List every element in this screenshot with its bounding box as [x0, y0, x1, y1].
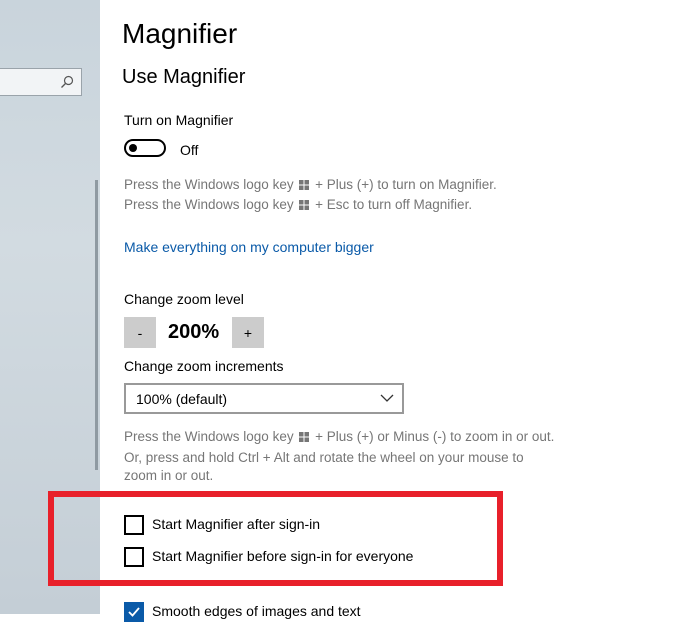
- sidebar-scrollbar[interactable]: [95, 180, 98, 470]
- hint-text: + Plus (+) or Minus (-) to zoom in or ou…: [315, 429, 555, 444]
- smooth-edges-label[interactable]: Smooth edges of images and text: [152, 603, 361, 619]
- shortcut-hint-line1: Press the Windows logo key + Plus (+) to…: [124, 175, 497, 195]
- windows-logo-icon: [299, 200, 310, 210]
- zoom-in-label: +: [243, 324, 253, 341]
- zoom-hint-line3: zoom in or out.: [124, 468, 214, 483]
- zoom-in-button[interactable]: +: [232, 317, 264, 348]
- magnifier-toggle[interactable]: [124, 139, 166, 157]
- hint-text: + Plus (+) to turn on Magnifier.: [315, 177, 497, 192]
- checkmark-icon: [128, 607, 140, 617]
- zoom-out-button[interactable]: -: [124, 317, 156, 348]
- zoom-hint-line2: Or, press and hold Ctrl + Alt and rotate…: [124, 450, 524, 465]
- zoom-level-label: Change zoom level: [124, 291, 244, 307]
- turn-on-magnifier-label: Turn on Magnifier: [124, 112, 234, 128]
- hint-text: + Esc to turn off Magnifier.: [315, 197, 473, 212]
- hint-text: Press the Windows logo key: [124, 177, 294, 192]
- smooth-edges-checkbox[interactable]: [124, 602, 144, 622]
- windows-logo-icon: [299, 180, 310, 190]
- search-input[interactable]: [0, 68, 82, 96]
- hint-text: Press the Windows logo key: [124, 197, 294, 212]
- search-icon: [61, 75, 74, 88]
- toggle-state-label: Off: [180, 142, 199, 158]
- make-everything-bigger-link[interactable]: Make everything on my computer bigger: [124, 239, 374, 255]
- chevron-down-icon: [380, 394, 394, 402]
- page-title: Magnifier: [122, 18, 238, 49]
- zoom-value: 200%: [168, 321, 220, 343]
- section-title: Use Magnifier: [122, 66, 246, 88]
- select-value: 100% (default): [136, 391, 228, 407]
- windows-logo-icon: [299, 432, 310, 442]
- highlight-annotation-box: [48, 491, 503, 586]
- shortcut-hint-line2: Press the Windows logo key + Esc to turn…: [124, 195, 472, 215]
- zoom-increments-select[interactable]: 100% (default): [124, 383, 404, 414]
- zoom-hint-line1: Press the Windows logo key + Plus (+) or…: [124, 427, 554, 447]
- hint-text: Press the Windows logo key: [124, 429, 294, 444]
- zoom-increments-label: Change zoom increments: [124, 358, 284, 374]
- zoom-out-label: -: [137, 324, 143, 341]
- toggle-knob: [129, 144, 137, 152]
